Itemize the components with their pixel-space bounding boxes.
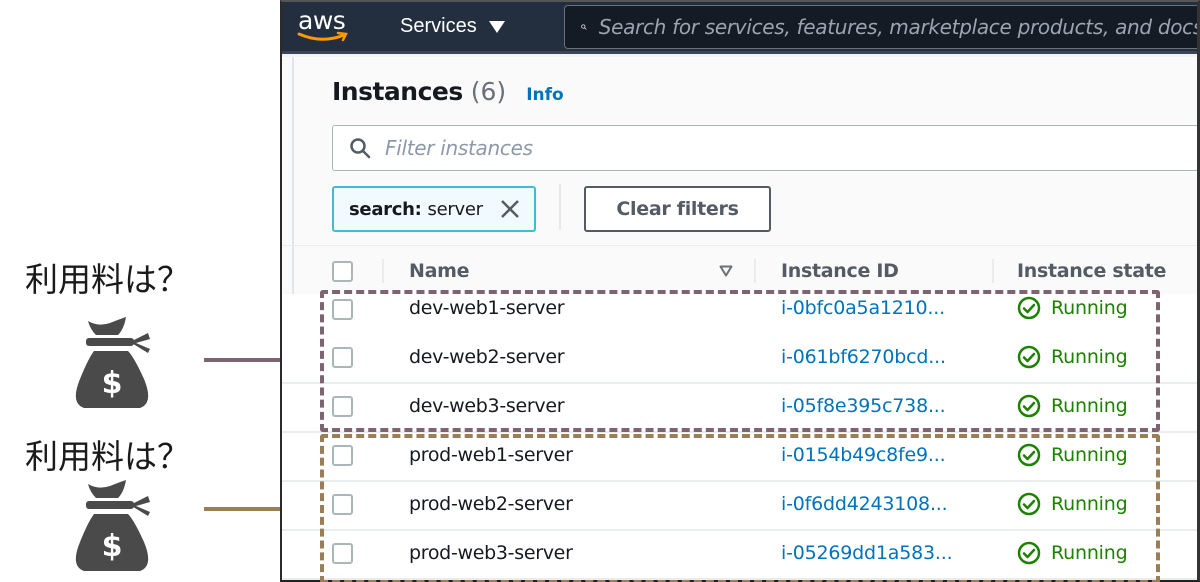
aws-smile-icon [297, 31, 348, 42]
instance-id-link[interactable]: i-061bf6270bcd... [781, 346, 946, 368]
row-checkbox[interactable] [332, 396, 353, 417]
instance-id-link[interactable]: i-05f8e395c738... [781, 395, 946, 417]
divider [559, 184, 561, 230]
instance-id-link[interactable]: i-0154b49c8fe9... [781, 444, 946, 466]
filter-instances-input[interactable]: Filter instances [332, 125, 1197, 171]
clear-filters-button[interactable]: Clear filters [584, 186, 771, 232]
column-divider [992, 259, 994, 283]
instance-state: Running [1017, 296, 1128, 320]
column-header-instance-state[interactable]: Instance state [1017, 260, 1166, 282]
row-checkbox[interactable] [332, 347, 353, 368]
table-row[interactable]: dev-web2-server i-061bf6270bcd... Runnin… [282, 335, 1197, 384]
instance-state: Running [1017, 394, 1128, 418]
filter-token-value: server [427, 198, 483, 220]
instance-state: Running [1017, 443, 1128, 467]
table-header: Name Instance ID Instance state [282, 245, 1197, 293]
instances-panel: Instances (6) Info Filter instances sear… [282, 57, 1197, 580]
search-icon [581, 24, 587, 30]
state-label: Running [1051, 297, 1128, 319]
aws-console-screenshot: aws Services Search for services, featur… [280, 0, 1200, 582]
column-header-instance-id[interactable]: Instance ID [781, 260, 899, 282]
column-header-name[interactable]: Name [409, 260, 470, 282]
state-label: Running [1051, 444, 1128, 466]
aws-logo[interactable]: aws [296, 6, 352, 46]
row-checkbox[interactable] [332, 543, 353, 564]
row-checkbox[interactable] [332, 299, 353, 320]
state-label: Running [1051, 395, 1128, 417]
page-heading: Instances (6) Info [332, 77, 564, 106]
money-bag-icon: $ [75, 317, 150, 408]
caret-down-icon [488, 20, 505, 33]
column-divider [382, 259, 384, 283]
close-icon[interactable] [499, 198, 521, 220]
global-search-input[interactable]: Search for services, features, marketpla… [564, 5, 1200, 49]
search-icon [350, 138, 371, 159]
money-bag-icon: $ [75, 480, 150, 571]
services-menu-button[interactable]: Services [400, 15, 505, 38]
instance-name: dev-web1-server [409, 297, 565, 319]
instance-id-link[interactable]: i-0bfc0a5a1210... [781, 297, 945, 319]
instance-count: (6) [470, 77, 507, 106]
sort-descending-icon[interactable] [719, 265, 733, 277]
state-label: Running [1051, 493, 1128, 515]
page-title: Instances [332, 77, 463, 106]
top-navigation-bar: aws Services Search for services, featur… [282, 2, 1197, 54]
instance-name: dev-web3-server [409, 395, 565, 417]
table-row[interactable]: prod-web3-server i-05269dd1a583... Runni… [282, 531, 1197, 580]
check-circle-icon [1017, 394, 1041, 418]
instance-id-link[interactable]: i-0f6dd4243108... [781, 493, 948, 515]
filter-token-key: search: [349, 198, 422, 220]
svg-text:$: $ [102, 529, 123, 564]
instance-name: prod-web2-server [409, 493, 573, 515]
instance-state: Running [1017, 345, 1128, 369]
check-circle-icon [1017, 345, 1041, 369]
row-checkbox[interactable] [332, 494, 353, 515]
cost-question-label: 利用料は？ [25, 260, 190, 299]
check-circle-icon [1017, 541, 1041, 565]
select-all-checkbox[interactable] [332, 261, 353, 282]
cost-question-label: 利用料は？ [25, 437, 190, 476]
instance-state: Running [1017, 541, 1128, 565]
row-checkbox[interactable] [332, 445, 353, 466]
instance-state: Running [1017, 492, 1128, 516]
state-label: Running [1051, 542, 1128, 564]
filter-placeholder: Filter instances [385, 136, 533, 160]
instance-id-link[interactable]: i-05269dd1a583... [781, 542, 953, 564]
state-label: Running [1051, 346, 1128, 368]
services-label: Services [400, 15, 477, 37]
filter-token: search: server [332, 186, 536, 232]
instance-name: prod-web3-server [409, 542, 573, 564]
instance-name: dev-web2-server [409, 346, 565, 368]
table-row[interactable]: prod-web1-server i-0154b49c8fe9... Runni… [282, 433, 1197, 482]
info-link[interactable]: Info [526, 85, 564, 105]
table-row[interactable]: dev-web3-server i-05f8e395c738... Runnin… [282, 384, 1197, 433]
check-circle-icon [1017, 443, 1041, 467]
check-circle-icon [1017, 296, 1041, 320]
instance-name: prod-web1-server [409, 444, 573, 466]
search-placeholder: Search for services, features, marketpla… [598, 15, 1200, 39]
svg-text:$: $ [102, 366, 123, 401]
table-row[interactable]: prod-web2-server i-0f6dd4243108... Runni… [282, 482, 1197, 531]
check-circle-icon [1017, 492, 1041, 516]
column-divider [754, 259, 756, 283]
